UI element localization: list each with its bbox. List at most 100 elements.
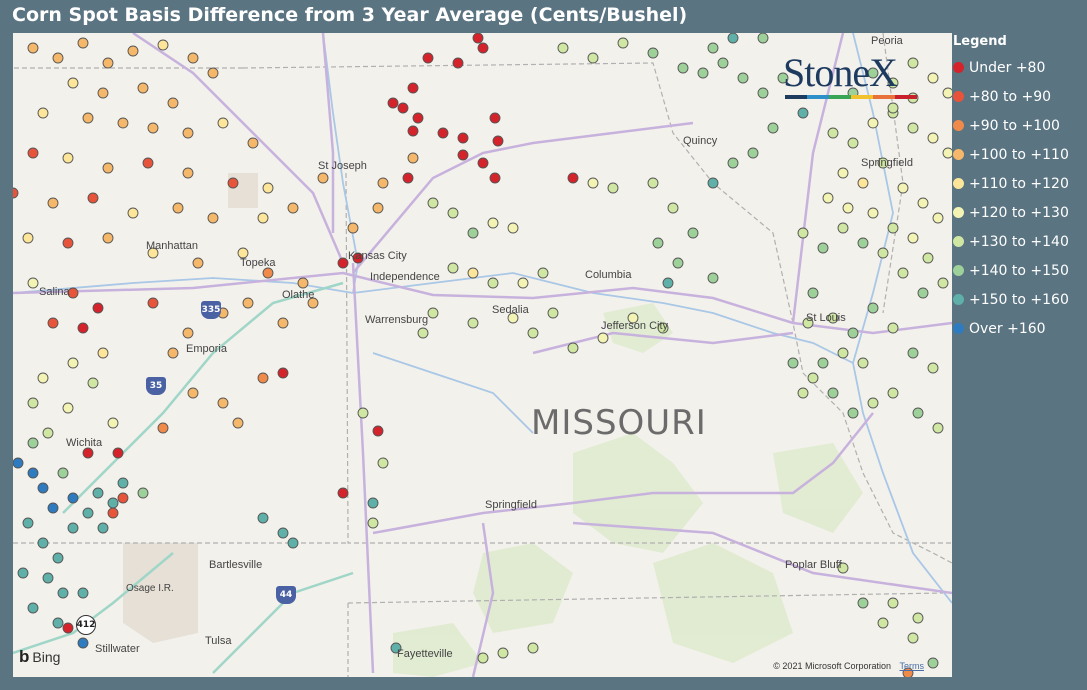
basis-point[interactable] [587, 52, 599, 64]
basis-point[interactable] [117, 117, 129, 129]
basis-point[interactable] [57, 587, 69, 599]
basis-point[interactable] [857, 177, 869, 189]
basis-point[interactable] [489, 112, 501, 124]
basis-point[interactable] [167, 97, 179, 109]
basis-point[interactable] [527, 642, 539, 654]
basis-point[interactable] [277, 317, 289, 329]
basis-point[interactable] [887, 597, 899, 609]
basis-point[interactable] [567, 172, 579, 184]
basis-point[interactable] [887, 387, 899, 399]
basis-point[interactable] [447, 207, 459, 219]
basis-point[interactable] [42, 427, 54, 439]
basis-point[interactable] [112, 447, 124, 459]
map-view[interactable]: MISSOURI St Joseph Manhattan Topeka Kans… [13, 33, 952, 677]
basis-point[interactable] [417, 327, 429, 339]
legend-item[interactable]: +90 to +100 [953, 111, 1087, 140]
basis-point[interactable] [467, 227, 479, 239]
basis-point[interactable] [477, 652, 489, 664]
legend-item[interactable]: +120 to +130 [953, 198, 1087, 227]
basis-point[interactable] [147, 122, 159, 134]
basis-point[interactable] [67, 492, 79, 504]
basis-point[interactable] [277, 367, 289, 379]
basis-point[interactable] [182, 127, 194, 139]
basis-point[interactable] [797, 227, 809, 239]
basis-point[interactable] [397, 102, 409, 114]
basis-point[interactable] [932, 212, 944, 224]
basis-point[interactable] [207, 212, 219, 224]
basis-point[interactable] [47, 317, 59, 329]
basis-point[interactable] [27, 467, 39, 479]
basis-point[interactable] [367, 517, 379, 529]
basis-point[interactable] [847, 137, 859, 149]
basis-point[interactable] [837, 167, 849, 179]
basis-point[interactable] [607, 182, 619, 194]
basis-point[interactable] [142, 157, 154, 169]
basis-point[interactable] [377, 177, 389, 189]
basis-point[interactable] [92, 487, 104, 499]
basis-point[interactable] [97, 87, 109, 99]
basis-point[interactable] [547, 307, 559, 319]
basis-point[interactable] [387, 97, 399, 109]
basis-point[interactable] [157, 422, 169, 434]
basis-point[interactable] [52, 52, 64, 64]
basis-point[interactable] [907, 122, 919, 134]
basis-point[interactable] [537, 267, 549, 279]
basis-point[interactable] [897, 267, 909, 279]
basis-point[interactable] [492, 135, 504, 147]
basis-point[interactable] [837, 347, 849, 359]
basis-point[interactable] [77, 587, 89, 599]
basis-point[interactable] [97, 347, 109, 359]
basis-point[interactable] [367, 497, 379, 509]
basis-point[interactable] [107, 417, 119, 429]
basis-point[interactable] [102, 57, 114, 69]
basis-point[interactable] [37, 372, 49, 384]
basis-point[interactable] [407, 82, 419, 94]
basis-point[interactable] [62, 152, 74, 164]
basis-point[interactable] [887, 222, 899, 234]
basis-point[interactable] [467, 317, 479, 329]
basis-point[interactable] [942, 147, 952, 159]
basis-point[interactable] [917, 287, 929, 299]
bing-logo[interactable]: b Bing [19, 647, 60, 667]
basis-point[interactable] [137, 82, 149, 94]
basis-point[interactable] [77, 37, 89, 49]
basis-point[interactable] [507, 222, 519, 234]
basis-point[interactable] [337, 257, 349, 269]
basis-point[interactable] [377, 457, 389, 469]
basis-point[interactable] [807, 287, 819, 299]
basis-point[interactable] [677, 62, 689, 74]
legend-item[interactable]: +150 to +160 [953, 285, 1087, 314]
basis-point[interactable] [942, 87, 952, 99]
basis-point[interactable] [127, 207, 139, 219]
basis-point[interactable] [407, 152, 419, 164]
basis-point[interactable] [257, 512, 269, 524]
basis-point[interactable] [67, 522, 79, 534]
basis-point[interactable] [497, 647, 509, 659]
basis-point[interactable] [67, 77, 79, 89]
legend-item[interactable]: +140 to +150 [953, 256, 1087, 285]
basis-point[interactable] [137, 487, 149, 499]
basis-point[interactable] [187, 52, 199, 64]
basis-point[interactable] [867, 207, 879, 219]
basis-point[interactable] [857, 237, 869, 249]
basis-point[interactable] [62, 402, 74, 414]
basis-point[interactable] [787, 357, 799, 369]
legend-item[interactable]: +100 to +110 [953, 140, 1087, 169]
basis-point[interactable] [817, 357, 829, 369]
basis-point[interactable] [13, 187, 19, 199]
basis-point[interactable] [927, 132, 939, 144]
basis-point[interactable] [452, 57, 464, 69]
basis-point[interactable] [737, 72, 749, 84]
basis-point[interactable] [62, 622, 74, 634]
basis-point[interactable] [447, 262, 459, 274]
basis-point[interactable] [92, 302, 104, 314]
basis-point[interactable] [357, 407, 369, 419]
basis-point[interactable] [67, 357, 79, 369]
basis-point[interactable] [857, 357, 869, 369]
legend-item[interactable]: +80 to +90 [953, 82, 1087, 111]
basis-point[interactable] [697, 67, 709, 79]
basis-point[interactable] [27, 42, 39, 54]
basis-point[interactable] [847, 327, 859, 339]
basis-point[interactable] [102, 232, 114, 244]
basis-point[interactable] [27, 277, 39, 289]
